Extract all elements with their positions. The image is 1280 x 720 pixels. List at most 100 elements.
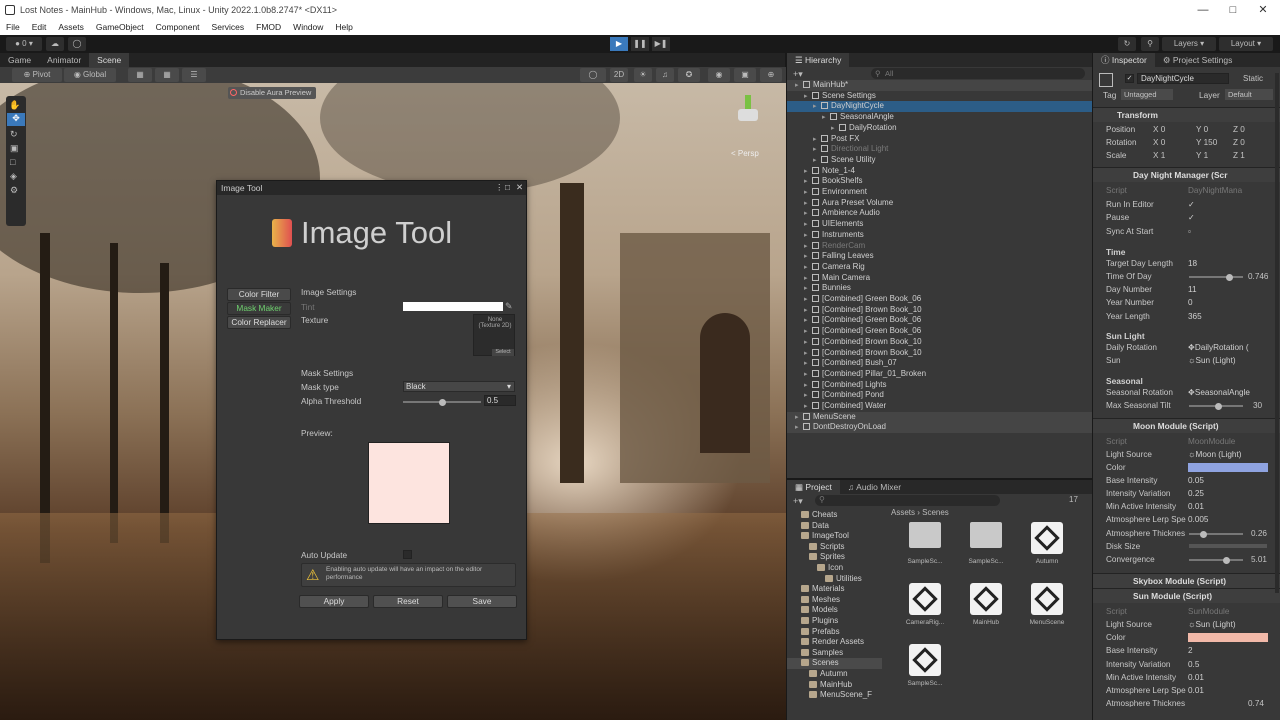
menu-component[interactable]: Component	[150, 20, 206, 35]
hierarchy-item[interactable]: ▸ DontDestroyOnLoad	[787, 422, 1092, 434]
year-length-field[interactable]: 365	[1188, 310, 1202, 323]
save-button[interactable]: Save	[447, 595, 517, 608]
hierarchy-item[interactable]: ▸ [Combined] Water	[787, 401, 1092, 412]
project-folder-item[interactable]: Scenes	[787, 658, 882, 670]
hierarchy-item[interactable]: ▸ [Combined] Green Book_06	[787, 326, 1092, 337]
project-folder-item[interactable]: Cheats	[787, 510, 882, 521]
minimize-icon[interactable]: —	[1188, 2, 1218, 18]
breadcrumb-assets[interactable]: Assets	[891, 508, 915, 517]
pause-checkbox[interactable]: ✓	[1188, 211, 1195, 224]
position-x[interactable]: X 0	[1153, 123, 1165, 136]
hierarchy-item[interactable]: ▸ [Combined] Green Book_06	[787, 315, 1092, 326]
menu-fmod[interactable]: FMOD	[250, 20, 287, 35]
object-name-input[interactable]: DayNightCycle	[1137, 73, 1229, 84]
sun-light-source-field[interactable]: ☼Sun (Light)	[1188, 618, 1236, 631]
menu-window[interactable]: Window	[287, 20, 329, 35]
project-folder-item[interactable]: Autumn	[787, 669, 882, 680]
project-folder-item[interactable]: Icon	[787, 563, 882, 574]
project-folder-item[interactable]: Data	[787, 521, 882, 532]
layer-dropdown[interactable]: Default	[1225, 89, 1273, 100]
hierarchy-item[interactable]: ▸ [Combined] Green Book_06	[787, 294, 1092, 305]
menu-assets[interactable]: Assets	[52, 20, 90, 35]
moon-atmos-thick-slider[interactable]	[1189, 530, 1243, 538]
sun-intensity-variation-field[interactable]: 0.5	[1188, 658, 1199, 671]
project-folder-item[interactable]: MenuScene_F	[787, 690, 882, 701]
hand-tool-icon[interactable]: ✋	[9, 100, 20, 111]
draw-mode-icon[interactable]: ◯	[580, 68, 606, 82]
position-z[interactable]: Z 0	[1233, 123, 1245, 136]
mode-2d-toggle[interactable]: 2D	[610, 68, 628, 82]
menu-gameobject[interactable]: GameObject	[90, 20, 150, 35]
texture-select-button[interactable]: Select	[492, 349, 514, 356]
rotate-tool-icon[interactable]: ↻	[10, 129, 18, 140]
max-tilt-slider[interactable]	[1189, 402, 1243, 410]
moon-light-source-field[interactable]: ☼Moon (Light)	[1188, 448, 1241, 461]
time-of-day-knob[interactable]	[1225, 273, 1233, 281]
max-tilt-knob[interactable]	[1215, 402, 1223, 410]
more-icon[interactable]: ⋮	[495, 182, 504, 193]
day-number-field[interactable]: 11	[1188, 283, 1197, 296]
play-icon[interactable]: ▶	[610, 37, 628, 51]
moon-module-header[interactable]: Moon Module (Script)	[1093, 418, 1280, 433]
sun-base-intensity-field[interactable]: 2	[1188, 644, 1193, 657]
lighting-icon[interactable]: ☀	[634, 68, 652, 82]
hierarchy-item[interactable]: ▸ Main Camera	[787, 273, 1092, 284]
auto-update-checkbox[interactable]	[403, 550, 412, 559]
mask-type-dropdown[interactable]: Black ▾	[403, 381, 515, 392]
sun-min-active-field[interactable]: 0.01	[1188, 671, 1204, 684]
hierarchy-item[interactable]: ▸ [Combined] Lights	[787, 380, 1092, 391]
hierarchy-item[interactable]: ▸ [Combined] Bush_07	[787, 358, 1092, 369]
hierarchy-item[interactable]: ▸ SeasonalAngle	[787, 112, 1092, 123]
moon-min-active-field[interactable]: 0.01	[1188, 500, 1204, 513]
folder-asset[interactable]: SampleSc...	[897, 520, 953, 578]
moon-color-swatch[interactable]	[1188, 463, 1268, 472]
tab-project-settings[interactable]: ⚙ Project Settings	[1155, 53, 1241, 67]
alpha-threshold-knob[interactable]	[438, 398, 446, 406]
disk-size-slider[interactable]	[1189, 544, 1267, 548]
moon-base-intensity-field[interactable]: 0.05	[1188, 474, 1204, 487]
tab-audio-mixer[interactable]: ♫ Audio Mixer	[840, 480, 909, 494]
close-window-icon[interactable]: ✕	[516, 182, 523, 193]
search-icon[interactable]: ⚲	[1141, 37, 1159, 51]
project-folder-item[interactable]: Materials	[787, 584, 882, 595]
project-folder-item[interactable]: Meshes	[787, 595, 882, 606]
image-tool-titlebar[interactable]: Image Tool ⋮ □ ✕	[217, 181, 526, 195]
alpha-threshold-slider[interactable]	[403, 398, 481, 406]
max-tilt-field[interactable]: 30	[1253, 399, 1262, 412]
sync-checkbox[interactable]: ▫	[1188, 225, 1191, 238]
project-folder-item[interactable]: Render Assets	[787, 637, 882, 648]
project-folder-item[interactable]: Prefabs	[787, 627, 882, 638]
daily-rotation-field[interactable]: ✥DailyRotation (	[1188, 341, 1249, 354]
increment-snap-icon[interactable]: ☰	[182, 68, 206, 82]
convergence-knob[interactable]	[1223, 556, 1231, 564]
mask-maker-button[interactable]: Mask Maker	[227, 302, 291, 315]
project-folder-item[interactable]: Utilities	[787, 574, 882, 585]
gizmo-cube[interactable]	[738, 109, 758, 121]
effects-icon[interactable]: ✪	[678, 68, 700, 82]
hierarchy-item[interactable]: ▸ [Combined] Brown Book_10	[787, 305, 1092, 316]
hierarchy-item[interactable]: ▸ UIElements	[787, 219, 1092, 230]
layout-dropdown[interactable]: Layout ▾	[1219, 37, 1273, 51]
layers-dropdown[interactable]: Layers ▾	[1162, 37, 1216, 51]
apply-button[interactable]: Apply	[299, 595, 369, 608]
scene-asset[interactable]: MainHub	[958, 581, 1014, 639]
maximize-window-icon[interactable]: □	[505, 182, 510, 192]
project-folder-item[interactable]: Scripts	[787, 542, 882, 553]
convergence-slider[interactable]	[1189, 556, 1243, 564]
hierarchy-item[interactable]: ▸ Bunnies	[787, 283, 1092, 294]
hierarchy-item[interactable]: ▸ Camera Rig	[787, 262, 1092, 273]
run-in-editor-checkbox[interactable]: ✓	[1188, 198, 1195, 211]
gizmo-y-axis[interactable]	[745, 95, 751, 109]
hierarchy-item[interactable]: ▸ Scene Settings	[787, 91, 1092, 102]
moon-intensity-variation-field[interactable]: 0.25	[1188, 487, 1204, 500]
custom-tool-icon[interactable]: ⚙	[10, 185, 18, 196]
rotation-y[interactable]: Y 150	[1196, 136, 1217, 149]
grid-icon[interactable]: ▦	[155, 68, 179, 82]
step-icon[interactable]: ▶❚	[652, 37, 670, 51]
hierarchy-item[interactable]: ▸ RenderCam	[787, 241, 1092, 252]
menu-file[interactable]: File	[0, 20, 26, 35]
collab-icon[interactable]: ◯	[68, 37, 86, 51]
static-label[interactable]: Static	[1243, 74, 1263, 83]
rect-tool-icon[interactable]: □	[10, 157, 15, 167]
folder-asset[interactable]: SampleSc...	[958, 520, 1014, 578]
